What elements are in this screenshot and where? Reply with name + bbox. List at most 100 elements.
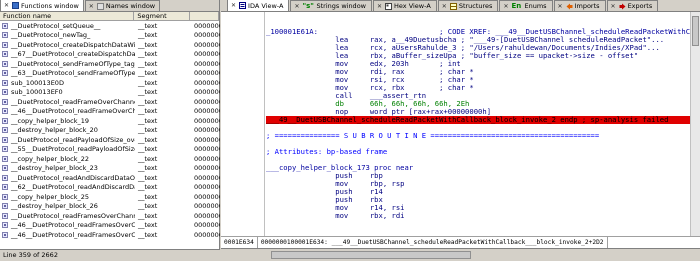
tab-label: Enums [524,2,547,10]
function-segment: __text [138,126,158,135]
function-row[interactable]: __55__DuetProtocol_readPayloadOfSize_ove… [0,145,220,155]
function-row[interactable]: __DuetProtocol_newTag_ __text 0000000 [0,31,220,41]
function-row[interactable]: __DuetProtocol_readFramesOverChannel_on.… [0,211,220,221]
code-line[interactable] [266,12,690,20]
functions-status: Line 359 of 2662 [0,249,220,261]
function-row[interactable]: __DuetProtocol_sendFrameOfType_tag_with.… [0,59,220,69]
function-name-cell: __DuetProtocol_createDispatchDataWithFra… [0,41,135,49]
close-icon[interactable]: ✕ [294,3,299,10]
function-row[interactable]: __46__DuetProtocol_readFramesOverChann..… [0,230,220,240]
scroll-thumb[interactable] [692,16,699,46]
function-start: 0000000 [194,230,220,239]
function-row[interactable]: __DuetProtocol_createDispatchDataWithFra… [0,40,220,50]
function-name-cell: __67__DuetProtocol_createDispatchDataWi.… [0,50,135,58]
function-row[interactable]: __67__DuetProtocol_createDispatchDataWi.… [0,50,220,60]
function-row[interactable]: __46__DuetProtocol_readFramesOverChann..… [0,221,220,231]
function-segment: __text [138,50,158,59]
names-icon [96,2,104,10]
column-header-function-name[interactable]: Function name [0,12,135,20]
function-start: 0000000 [194,69,220,78]
function-row[interactable]: __destroy_helper_block_26 __text 0000000 [0,202,220,212]
function-segment: __text [138,145,158,154]
function-row[interactable]: sub_100013EF0 __text 0000000 [0,88,220,98]
function-icon [2,89,8,96]
tab-functions-window[interactable]: ✕ Functions window [0,0,84,11]
proc-end-error-line[interactable]: ___49__DuetUSBChannel_scheduleReadPacket… [266,116,690,124]
close-icon[interactable]: ✕ [4,2,9,9]
function-row[interactable]: __DuetProtocol_setQueue__ __text 0000000 [0,21,220,31]
function-start: 0000000 [194,21,220,30]
code-line[interactable]: ; =============== S U B R O U T I N E ==… [266,132,690,140]
function-row[interactable]: __63__DuetProtocol_sendFrameOfType_tag_.… [0,69,220,79]
function-row[interactable]: __DuetProtocol_readAndDiscardDataOfSize_… [0,173,220,183]
tab-ida-view-a[interactable]: ✕ IDA View-A [227,0,290,11]
close-icon[interactable]: ✕ [558,3,563,10]
function-name-cell: __DuetProtocol_newTag_ [0,31,135,39]
close-icon[interactable]: ✕ [89,3,94,10]
function-row[interactable]: __destroy_helper_block_23 __text 0000000 [0,164,220,174]
tab-structures[interactable]: ✕ Structures [437,0,499,11]
function-segment: __text [138,135,158,144]
exports-icon [619,3,626,9]
function-name: __DuetProtocol_readAndDiscardDataOfSize_… [11,173,135,182]
function-name: __DuetProtocol_sendFrameOfType_tag_with.… [11,59,135,68]
function-name: __46__DuetProtocol_readFramesOverChann..… [11,230,135,239]
horizontal-scrollbar[interactable] [221,248,700,261]
function-row[interactable]: sub_100013E0D __text 0000000 [0,78,220,88]
tab-exports[interactable]: ✕ Exports [606,0,659,11]
function-row[interactable]: __DuetProtocol_readFrameOverChannel_call… [0,97,220,107]
close-icon[interactable]: ✕ [442,3,447,10]
tab-names-window[interactable]: ✕ Names window [84,0,161,11]
tab-hex-view-a[interactable]: ✕ Hex View-A [372,0,437,11]
function-name: __copy_helper_block_22 [11,154,90,163]
strings-icon: "s" [302,1,314,10]
functions-list[interactable]: __DuetProtocol_setQueue____text0000000__… [0,21,220,249]
function-icon [2,32,8,39]
close-icon[interactable]: ✕ [231,2,236,9]
disassembly-listing[interactable]: _100001E61A: ; CODE XREF: ___49__DuetUSB… [266,12,690,236]
column-header-segment[interactable]: Segment [134,12,191,20]
vertical-scrollbar[interactable] [690,12,700,236]
function-icon [2,41,8,48]
function-segment: __text [138,211,158,220]
function-name: sub_100013E0D [11,78,64,87]
function-segment: __text [138,31,158,40]
code-line[interactable]: ; Attributes: bp-based frame [266,148,690,156]
close-icon[interactable]: ✕ [611,3,616,10]
hex-view-icon [385,2,393,10]
code-line[interactable]: mov rbx, rdi [266,212,690,220]
close-icon[interactable]: ✕ [377,3,382,10]
function-row[interactable]: __46__DuetProtocol_readFrameOverChannel.… [0,107,220,117]
function-icon [2,22,8,29]
tab-enums[interactable]: ✕ En Enums [499,0,553,11]
function-row[interactable]: __62__DuetProtocol_readAndDiscardDataOf.… [0,183,220,193]
function-start: 0000000 [194,97,220,106]
function-name-cell: __55__DuetProtocol_readPayloadOfSize_ove… [0,145,135,153]
tab-label: Exports [627,2,653,10]
function-start: 0000000 [194,78,220,87]
function-row[interactable]: __DuetProtocol_readPayloadOfSize_overCha… [0,135,220,145]
function-icon [2,70,8,77]
disassembly-status: 0001E634 0000000100001E634: ___49__DuetU… [221,236,700,248]
function-icon [2,193,8,200]
function-icon [2,108,8,115]
function-start: 0000000 [194,192,220,201]
structures-icon [449,2,457,10]
function-name-cell: __DuetProtocol_readFrameOverChannel_call… [0,98,135,106]
function-row[interactable]: __copy_helper_block_22 __text 0000000 [0,154,220,164]
function-segment: __text [138,183,158,192]
scroll-thumb[interactable] [271,251,471,259]
function-name-cell: __destroy_helper_block_26 [0,202,135,210]
function-row[interactable]: __copy_helper_block_19 __text 0000000 [0,116,220,126]
function-name-cell: __DuetProtocol_setQueue__ [0,22,135,30]
function-icon [2,136,8,143]
tab-strings-window[interactable]: ✕ "s" Strings window [290,0,372,11]
tab-imports[interactable]: ✕ Imports [553,0,606,11]
right-tab-bar: ✕ IDA View-A ✕ "s" Strings window ✕ Hex … [221,0,700,12]
close-icon[interactable]: ✕ [503,3,508,10]
column-header-start[interactable] [190,12,219,20]
function-segment: __text [138,97,158,106]
function-name: sub_100013EF0 [11,88,63,97]
function-row[interactable]: __copy_helper_block_25 __text 0000000 [0,192,220,202]
function-row[interactable]: __destroy_helper_block_20 __text 0000000 [0,126,220,136]
